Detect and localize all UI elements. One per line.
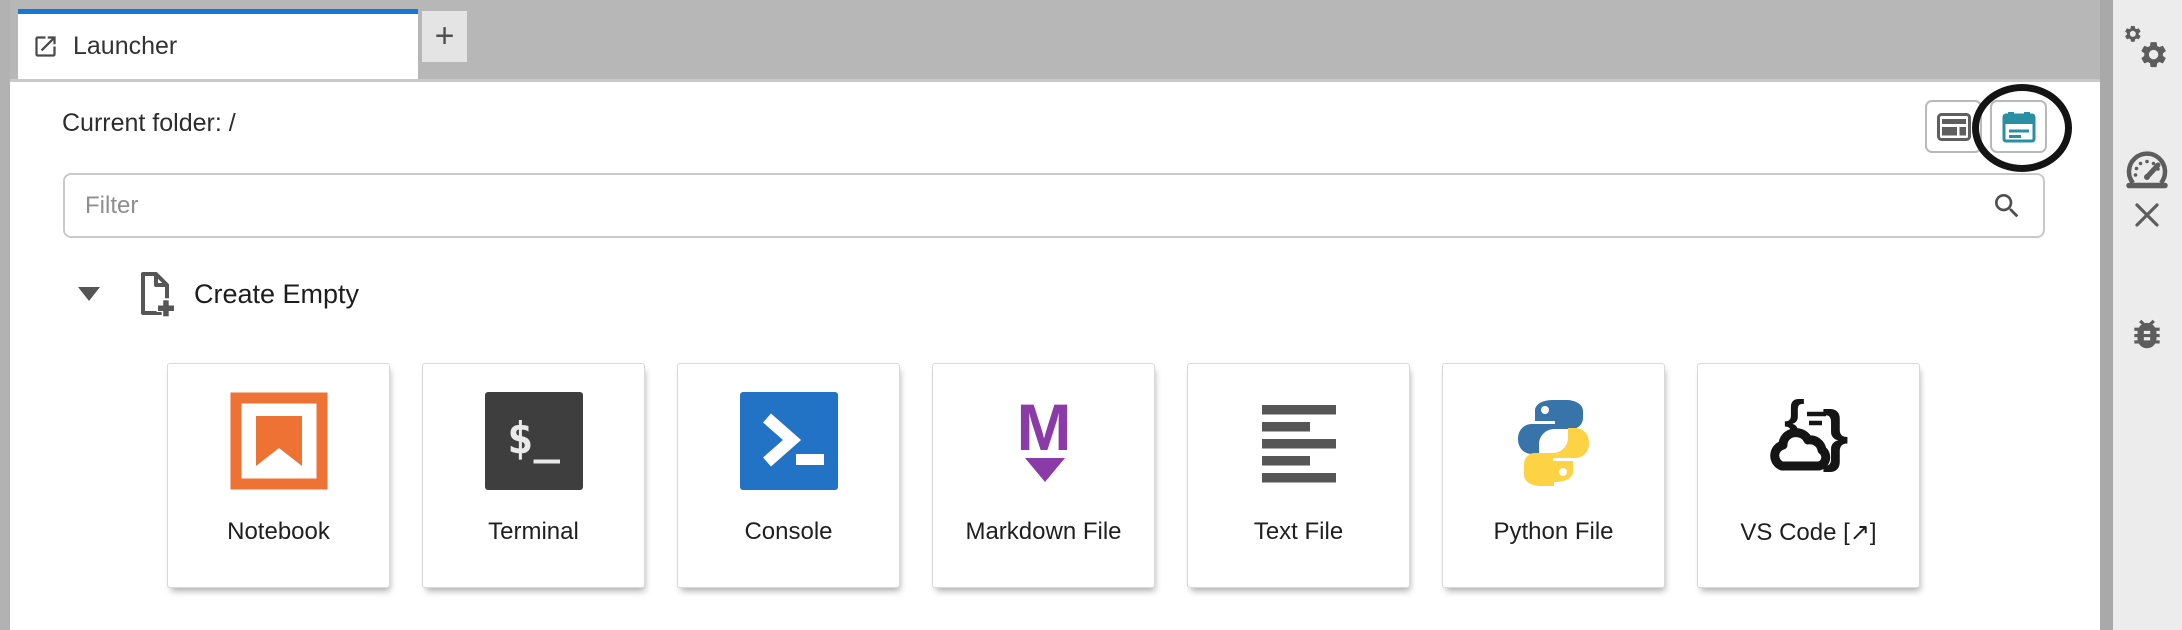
filter-input[interactable] [65,175,2043,236]
search-icon [1995,194,2019,218]
card-notebook[interactable]: Notebook [167,363,390,588]
card-console[interactable]: Console [677,363,900,588]
card-label: Markdown File [965,518,1122,545]
section-title: Create Empty [194,278,360,309]
console-icon [739,392,838,490]
right-divider [2100,0,2113,630]
table-view-toggle-button[interactable] [1925,100,1982,153]
create-empty-section-header[interactable]: Create Empty [10,270,359,318]
notebook-icon [230,392,327,490]
launcher-cards-row: Notebook $_ Terminal Console M Markdown … [167,363,1920,588]
close-icon[interactable] [2134,202,2160,228]
card-label: Python File [1493,518,1614,545]
card-python-file[interactable]: Python File [1442,363,1665,588]
python-icon [1517,400,1589,486]
card-vscode[interactable]: { } VS Code [↗] [1697,363,1920,588]
card-terminal[interactable]: $_ Terminal [422,363,645,588]
terminal-glyph: $_ [507,412,560,464]
card-label: VS Code [↗] [1740,519,1877,546]
card-label: Text File [1253,518,1344,545]
dock-tab-bar: Launcher + [10,0,2100,82]
markdown-glyph: M [1016,392,1071,464]
tab-launcher-label: Launcher [73,32,178,60]
left-edge-strip [0,0,10,630]
filter-field [63,173,2045,238]
terminal-icon: $_ [484,392,583,490]
file-plus-icon [141,272,176,318]
launcher-panel: Current folder: / Filter Create Empty No… [10,82,2100,630]
card-label: Terminal [488,518,579,545]
table-view-icon [1936,112,1971,141]
card-label: Notebook [227,518,330,545]
performance-gauge-icon[interactable] [2124,144,2170,190]
debugger-bug-icon[interactable] [2128,315,2166,353]
new-tab-button[interactable]: + [422,11,467,62]
jupyterlab-window: Launcher + Current folder: / Filter Crea… [0,0,2182,630]
chevron-down-icon[interactable] [78,287,100,301]
settings-gears-icon[interactable] [2124,26,2170,72]
tab-launcher[interactable]: Launcher [18,9,418,79]
markdown-icon: M [1016,392,1071,482]
card-label: Console [744,518,833,545]
launcher-icon [35,36,56,57]
text-file-icon [1261,405,1336,483]
current-folder-label: Current folder: / [62,109,236,137]
vscode-cloud-code-icon: { } [1769,392,1848,473]
right-sidebar [2113,0,2182,630]
card-markdown-file[interactable]: M Markdown File [932,363,1155,588]
card-view-toggle-button[interactable] [1990,100,2047,153]
card-view-icon [2002,111,2035,142]
card-text-file[interactable]: Text File [1187,363,1410,588]
